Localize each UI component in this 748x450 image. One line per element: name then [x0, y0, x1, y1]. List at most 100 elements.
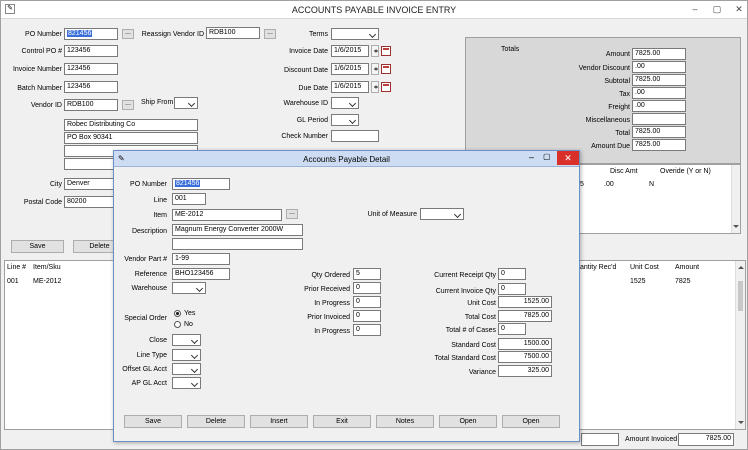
due-date-calendar-icon[interactable] [381, 82, 391, 92]
tax-input[interactable]: .00 [632, 87, 686, 99]
dlg-item-input[interactable]: ME-2012 [172, 209, 282, 221]
po-lookup-button[interactable]: ... [122, 29, 134, 39]
reassign-vendor-input[interactable]: RDB100 [206, 27, 260, 39]
in-progress1-input[interactable]: 0 [353, 296, 381, 308]
grid-header-amount: Amount [675, 264, 700, 271]
po-number-input[interactable]: 821456 [64, 28, 118, 40]
postal-code-input[interactable]: 80200 [64, 196, 118, 208]
prior-received-input[interactable]: 0 [353, 282, 381, 294]
scroll-down-icon[interactable] [738, 421, 744, 427]
control-po-input[interactable]: 123456 [64, 45, 118, 57]
variance-label: Variance [468, 369, 496, 376]
invoice-date-spinner[interactable] [371, 45, 379, 57]
dlg-line-input[interactable]: 001 [172, 193, 206, 205]
scroll-thumb[interactable] [738, 281, 743, 311]
dlg-description2-input[interactable] [172, 238, 303, 250]
special-order-no-radio[interactable] [174, 321, 181, 328]
dlg-delete-button[interactable]: Delete [187, 415, 245, 428]
in-progress1-label: In Progress [314, 300, 350, 307]
dlg-description-input[interactable]: Magnum Energy Converter 2000W [172, 224, 303, 236]
dialog-maximize-icon[interactable]: ▢ [543, 152, 551, 161]
unit-of-measure-select[interactable] [420, 208, 464, 220]
amount-input[interactable]: 7825.00 [632, 48, 686, 60]
dlg-warehouse-label: Warehouse [131, 285, 167, 292]
grid-cell-unit-cost[interactable]: 1525 [630, 278, 646, 285]
scroll-down-icon[interactable] [733, 225, 739, 231]
dlg-po-number-input[interactable]: 821456 [172, 178, 230, 190]
maximize-icon[interactable]: ▢ [711, 3, 723, 15]
address-line1-input[interactable]: Robec Distributing Co [64, 119, 198, 131]
current-invoice-qty-input[interactable]: 0 [498, 283, 526, 295]
freight-input[interactable]: .00 [632, 100, 686, 112]
offset-gl-select[interactable] [172, 363, 201, 375]
dialog-title: Accounts Payable Detail [303, 155, 390, 164]
invoice-date-calendar-icon[interactable] [381, 46, 391, 56]
discount-date-calendar-icon[interactable] [381, 64, 391, 74]
due-date-spinner[interactable] [371, 81, 379, 93]
dlg-item-label: Item [153, 212, 167, 219]
address-line2-input[interactable]: PO Box 90341 [64, 132, 198, 144]
line-type-select[interactable] [172, 349, 201, 361]
dlg-insert-button[interactable]: Insert [250, 415, 308, 428]
window-title: ACCOUNTS PAYABLE INVOICE ENTRY [291, 5, 457, 15]
warehouse-id-select[interactable] [331, 97, 359, 109]
vendor-discount-input[interactable]: .00 [632, 61, 686, 73]
miscellaneous-input[interactable] [632, 113, 686, 125]
reference-input[interactable]: BHO123456 [172, 268, 230, 280]
total-cases-input[interactable]: 0 [498, 323, 526, 335]
gl-period-select[interactable] [331, 114, 359, 126]
special-order-yes-radio[interactable] [174, 310, 181, 317]
vendor-lookup-button[interactable]: ... [122, 100, 134, 110]
discount-date-input[interactable]: 1/6/2015 [331, 63, 369, 75]
grid-cell-amount[interactable]: 7825 [675, 278, 691, 285]
dlg-notes-button[interactable]: Notes [376, 415, 434, 428]
main-save-button[interactable]: Save [11, 240, 64, 253]
unit-cost-input[interactable]: 1525.00 [498, 296, 552, 308]
dialog-minimize-icon[interactable]: – [529, 152, 534, 162]
reference-label: Reference [134, 271, 167, 278]
lines-grid-scrollbar[interactable] [735, 261, 745, 429]
total-cost-input[interactable]: 7825.00 [498, 310, 552, 322]
vendor-part-label: Vendor Part # [124, 256, 167, 263]
prior-invoiced-input[interactable]: 0 [353, 310, 381, 322]
dlg-warehouse-select[interactable] [172, 282, 206, 294]
qty-ordered-input[interactable]: 5 [353, 268, 381, 280]
scroll-up-icon[interactable] [738, 263, 744, 269]
close-select[interactable] [172, 334, 201, 346]
dlg-save-button[interactable]: Save [124, 415, 182, 428]
amount-due-input[interactable]: 7825.00 [632, 139, 686, 151]
dlg-item-lookup-button[interactable]: ... [286, 209, 298, 219]
terms-select[interactable] [331, 28, 379, 40]
check-number-input[interactable] [331, 130, 379, 142]
grid-cell-line[interactable]: 001 [7, 278, 19, 285]
close-icon[interactable]: ✕ [733, 3, 745, 15]
vendor-part-input[interactable]: 1-99 [172, 253, 230, 265]
due-date-input[interactable]: 1/6/2015 [331, 81, 369, 93]
vendor-id-input[interactable]: RDB100 [64, 99, 118, 111]
minimize-icon[interactable]: – [689, 3, 701, 15]
dialog-close-icon[interactable]: ✕ [557, 151, 579, 165]
current-receipt-qty-input[interactable]: 0 [498, 268, 526, 280]
total-label: Total [615, 130, 630, 137]
total-standard-cost-input[interactable]: 7500.00 [498, 351, 552, 363]
disc-grid-scrollbar[interactable] [731, 165, 740, 233]
grid-cell-item[interactable]: ME-2012 [33, 278, 61, 285]
variance-input[interactable]: 325.00 [498, 365, 552, 377]
ap-gl-select[interactable] [172, 377, 201, 389]
control-po-label: Control PO # [21, 48, 62, 55]
standard-cost-input[interactable]: 1500.00 [498, 338, 552, 350]
discount-date-spinner[interactable] [371, 63, 379, 75]
invoice-number-input[interactable]: 123456 [64, 63, 118, 75]
dlg-open-button-1[interactable]: Open [439, 415, 497, 428]
invoice-date-input[interactable]: 1/6/2015 [331, 45, 369, 57]
total-input[interactable]: 7825.00 [632, 126, 686, 138]
subtotal-input[interactable]: 7825.00 [632, 74, 686, 86]
in-progress2-input[interactable]: 0 [353, 324, 381, 336]
ship-from-select[interactable] [174, 97, 198, 109]
dlg-exit-button[interactable]: Exit [313, 415, 371, 428]
subtotal-label: Subtotal [604, 78, 630, 85]
dlg-open-button-2[interactable]: Open [502, 415, 560, 428]
city-input[interactable]: Denver [64, 178, 118, 190]
batch-number-input[interactable]: 123456 [64, 81, 118, 93]
amount-invoiced-input[interactable]: 7825.00 [678, 433, 734, 446]
